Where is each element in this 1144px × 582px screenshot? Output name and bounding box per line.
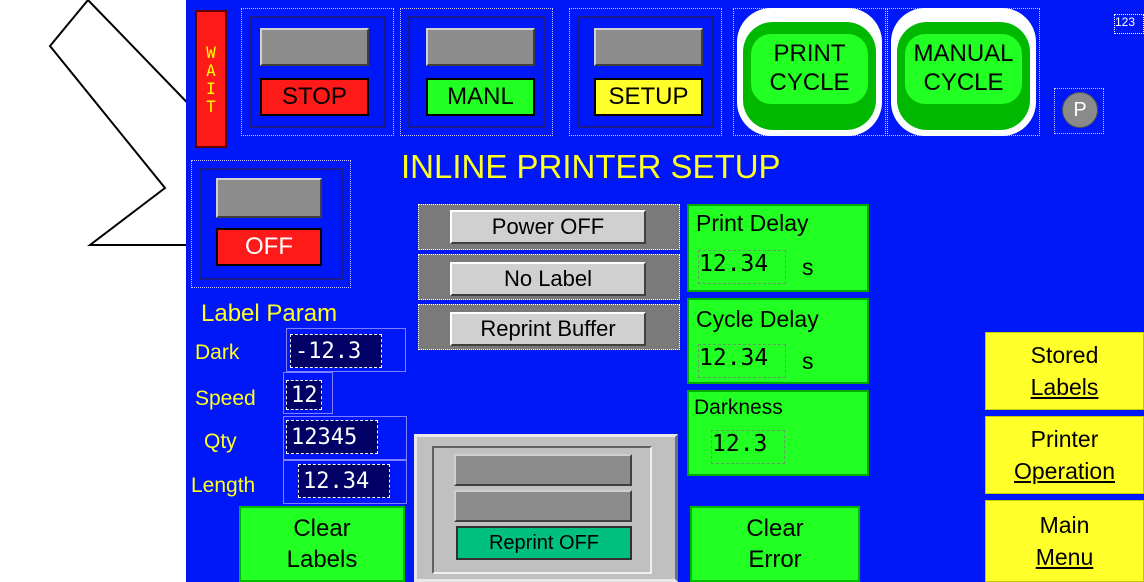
setup-status-bar xyxy=(594,28,703,66)
speed-input[interactable]: 12 xyxy=(286,380,322,410)
cycle-delay-label: Cycle Delay xyxy=(696,306,819,332)
main-menu-line1: Main xyxy=(1039,511,1090,538)
stored-labels-line2: Labels xyxy=(1030,374,1099,400)
manual-cycle-top: MANUAL CYCLE xyxy=(905,34,1022,104)
setup-button[interactable]: SETUP xyxy=(594,78,703,116)
speed-label: Speed xyxy=(195,387,256,410)
manual-button[interactable]: MANL xyxy=(426,78,535,116)
corner-number: 123 xyxy=(1114,14,1144,34)
wait-indicator: WAIT xyxy=(195,10,227,148)
darkness-value[interactable]: 12.3 xyxy=(711,430,785,464)
no-label-button[interactable]: No Label xyxy=(450,262,646,296)
reprint-status-1 xyxy=(454,454,632,486)
print-cycle-top: PRINT CYCLE xyxy=(751,34,868,104)
print-cycle-button[interactable]: PRINT CYCLE xyxy=(737,8,882,136)
clear-error-line2: Error xyxy=(748,546,802,573)
clear-labels-line2: Labels xyxy=(286,546,358,573)
print-cycle-line2: CYCLE xyxy=(769,69,850,96)
printer-operation-button[interactable]: Printer Operation xyxy=(985,416,1144,494)
hmi-screen: WAIT STOP MANL SETUP PRINT CYCLE MANUAL … xyxy=(186,0,1144,582)
print-delay-unit: s xyxy=(802,254,814,280)
stop-button[interactable]: STOP xyxy=(260,78,369,116)
off-status-bar xyxy=(216,178,322,218)
stored-labels-line1: Stored xyxy=(1030,341,1099,368)
reprint-buffer-button[interactable]: Reprint Buffer xyxy=(450,312,646,346)
manual-status-bar xyxy=(426,28,535,66)
main-menu-button[interactable]: Main Menu xyxy=(985,500,1144,582)
manual-cycle-line1: MANUAL xyxy=(913,40,1014,68)
manual-cycle-line2: CYCLE xyxy=(923,69,1004,96)
reprint-off-button[interactable]: Reprint OFF xyxy=(456,526,632,560)
stop-status-bar xyxy=(260,28,369,66)
cycle-delay-unit: s xyxy=(802,348,814,374)
qty-label: Qty xyxy=(204,430,237,453)
clear-labels-line1: Clear xyxy=(293,514,351,542)
wait-label: WAIT xyxy=(201,43,221,115)
printer-operation-line1: Printer xyxy=(1030,425,1099,452)
stored-labels-button[interactable]: Stored Labels xyxy=(985,332,1144,410)
dark-label: Dark xyxy=(195,341,240,364)
clear-error-line1: Clear xyxy=(746,514,804,542)
label-param-title: Label Param xyxy=(201,300,338,327)
print-cycle-line1: PRINT xyxy=(773,40,846,68)
dark-input[interactable]: -12.3 xyxy=(290,334,382,368)
off-button[interactable]: OFF xyxy=(216,228,322,266)
p-badge-button[interactable]: P xyxy=(1062,92,1098,128)
page-title: INLINE PRINTER SETUP xyxy=(401,148,781,185)
printer-operation-line2: Operation xyxy=(1013,458,1115,484)
cycle-delay-value[interactable]: 12.34 xyxy=(698,344,786,378)
length-input[interactable]: 12.34 xyxy=(298,464,390,498)
clear-labels-button[interactable]: Clear Labels xyxy=(239,506,405,582)
darkness-label: Darkness xyxy=(694,396,783,419)
qty-input[interactable]: 12345 xyxy=(286,420,378,454)
main-menu-line2: Menu xyxy=(1035,544,1094,570)
reprint-status-2 xyxy=(454,490,632,522)
print-delay-label: Print Delay xyxy=(696,210,809,236)
length-label: Length xyxy=(191,474,256,497)
manual-cycle-button[interactable]: MANUAL CYCLE xyxy=(891,8,1036,136)
power-off-button[interactable]: Power OFF xyxy=(450,210,646,244)
clear-error-button[interactable]: Clear Error xyxy=(690,506,860,582)
print-delay-value[interactable]: 12.34 xyxy=(698,250,786,284)
